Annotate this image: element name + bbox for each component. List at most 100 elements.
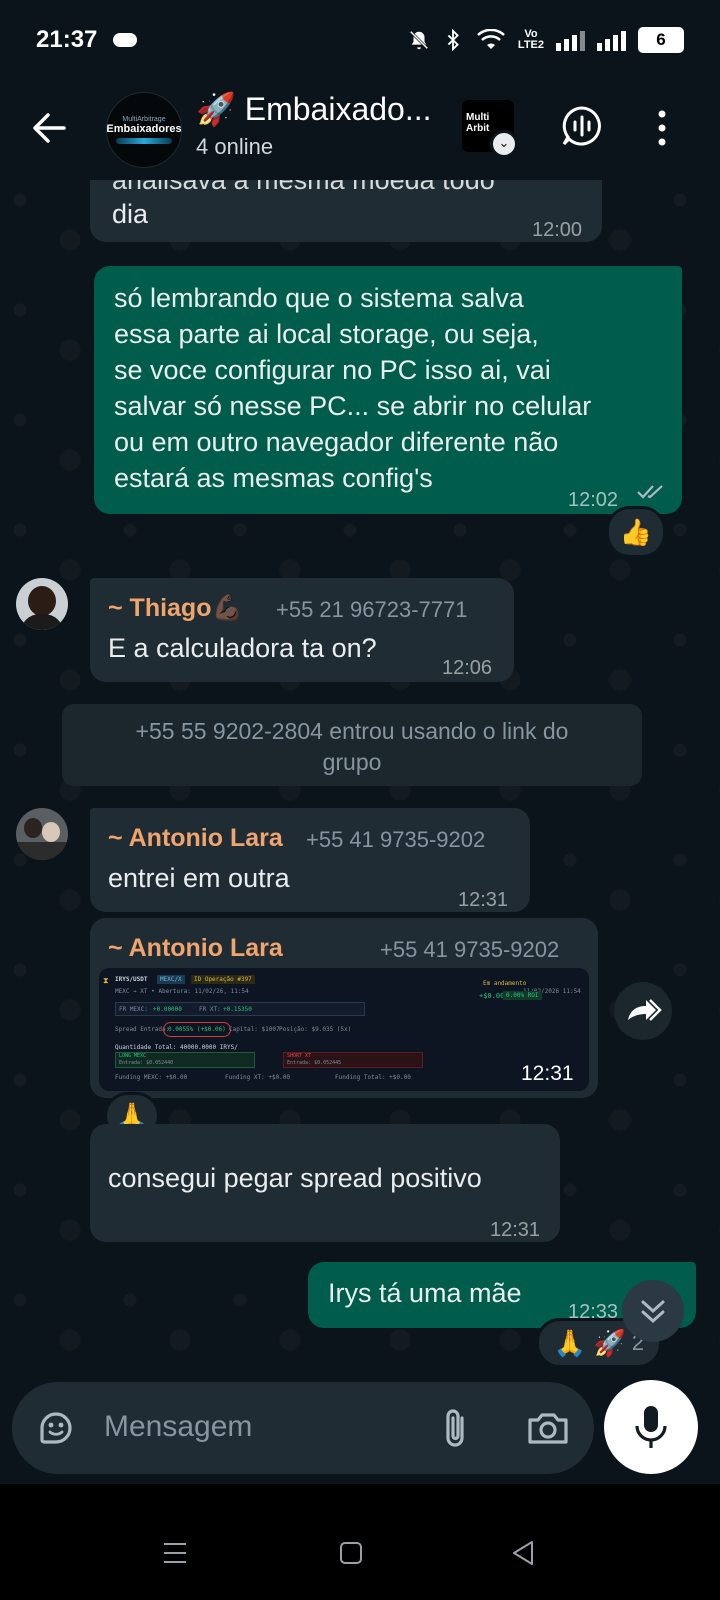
message-bubble-outgoing[interactable]: só lembrando que o sistema salva essa pa… (94, 266, 682, 514)
forward-icon (628, 999, 662, 1021)
image-fr-xt-label: FR XT: (199, 1006, 221, 1013)
logo-text-1: Multi (466, 112, 490, 123)
message-bubble-incoming[interactable]: ~ Antonio Lara +55 41 9735-9202 entrei e… (90, 808, 530, 912)
voice-chat-icon[interactable] (560, 104, 604, 148)
system-line-1: +55 55 9202-2804 entrou usando o link do (135, 718, 569, 744)
message-text: E a calculadora ta on? (108, 633, 377, 663)
signal-icon (556, 29, 585, 51)
reaction-badge[interactable]: 👍 (606, 506, 666, 558)
image-tag: MEXC/X (157, 975, 185, 984)
wifi-icon (477, 29, 505, 49)
camera-icon[interactable] (526, 1408, 570, 1448)
message-input[interactable]: Mensagem (104, 1410, 252, 1444)
group-title-block[interactable]: 🚀 Embaixado... 4 online (196, 90, 432, 160)
message-bubble-incoming[interactable]: consegui pegar spread positivo 12:31 (90, 1124, 560, 1242)
system-message: +55 55 9202-2804 entrou usando o link do… (62, 704, 642, 786)
volte-bottom: LTE2 (517, 39, 544, 51)
image-position: Posição: $9.035 (5x) (279, 1026, 352, 1033)
message-input-bar[interactable]: Mensagem (12, 1382, 594, 1474)
message-time: 12:06 (442, 657, 493, 679)
avatar-small-text: MultiArbitrage (122, 116, 166, 123)
back-nav-icon[interactable] (508, 1538, 538, 1568)
image-fr-mexc-label: FR MEXC: (119, 1006, 148, 1013)
scroll-down-button[interactable] (622, 1280, 684, 1342)
cloud-icon (113, 33, 138, 47)
message-line: só lembrando que o sistema salva (114, 283, 524, 313)
sender-phone: +55 41 9735-9202 (380, 937, 560, 962)
avatar-text: Embaixadores (106, 123, 182, 135)
group-title: 🚀 Embaixado... (196, 91, 432, 127)
system-navigation-bar (0, 1484, 720, 1600)
bluetooth-icon (447, 29, 459, 51)
mic-button[interactable] (604, 1380, 698, 1474)
image-operation: ID Operação #397 (191, 975, 255, 984)
avatar-wave (116, 138, 172, 144)
sender-name[interactable]: ~ Antonio Lara (108, 930, 283, 966)
image-spread: 0.0055% (+$0.06) (163, 1022, 231, 1037)
image-time: 12:31 (521, 1062, 574, 1085)
message-bubble-incoming[interactable]: ~ Thiago💪🏿 +55 21 96723-7771 E a calcula… (90, 578, 514, 682)
image-fr-mexc: +0.00000 (153, 1006, 182, 1013)
image-pnl-badge: 0.00% ROI (503, 991, 542, 1000)
home-icon[interactable] (336, 1538, 366, 1568)
image-long-label: LONG MEXC (119, 1053, 147, 1059)
image-long-entry: Entrada: $0.052440 (119, 1060, 174, 1066)
image-exchanges: MEXC → XT • Abertura: 11/02/26, 11:54 (115, 988, 249, 995)
message-line: salvar só nesse PC... se abrir no celula… (114, 391, 592, 421)
image-short-label: SHORT XT (287, 1053, 312, 1059)
image-pair: IRYS/USDT (115, 976, 148, 983)
image-funding-mexc: Funding MEXC: +$0.00 (115, 1074, 188, 1081)
message-time: 12:02 (568, 489, 619, 511)
message-line: ou em outro navegador diferente não (114, 427, 559, 457)
message-time: 12:00 (532, 219, 583, 241)
image-fr-xt: +0.15350 (223, 1006, 252, 1013)
forward-button[interactable] (614, 982, 672, 1040)
system-line-2: grupo (322, 749, 382, 775)
group-online-count: 4 online (196, 134, 274, 159)
image-capital: Capital: $1007 (229, 1026, 280, 1033)
battery-icon: 6 (638, 27, 684, 53)
message-text: entrei em outra (108, 863, 290, 893)
image-short-entry: Entrada: $0.052445 (287, 1060, 342, 1066)
message-line: se voce configurar no PC isso ai, vai (114, 355, 551, 385)
recent-apps-icon[interactable] (160, 1538, 190, 1568)
sender-name[interactable]: ~ Thiago💪🏿 (108, 590, 243, 626)
reaction-emoji: 👍 (619, 516, 653, 547)
avatar-thiago[interactable] (16, 578, 68, 630)
bell-muted-icon (409, 30, 429, 50)
sender-phone: +55 41 9735-9202 (306, 827, 486, 852)
chat-header: MultiArbitrage Embaixadores 🚀 Embaixado.… (0, 80, 720, 180)
sender-phone: +55 21 96723-7771 (276, 597, 468, 622)
status-bar: 21:37 Vo LTE2 6 (0, 0, 720, 80)
double-chevron-down-icon (641, 1300, 665, 1324)
message-text: consegui pegar spread positivo (108, 1163, 482, 1193)
message-time: 12:31 (490, 1219, 541, 1241)
sender-name[interactable]: ~ Antonio Lara (108, 820, 283, 856)
signal-icon-2 (597, 29, 626, 51)
more-options-icon[interactable] (650, 106, 674, 150)
sticker-icon[interactable] (36, 1408, 76, 1448)
message-line: estará as mesmas config's (114, 463, 433, 493)
image-quantity: Quantidade Total: 40000.0000 IRYS/ (115, 1044, 238, 1051)
mic-icon (635, 1406, 667, 1448)
message-line: essa parte ai local storage, ou seja, (114, 319, 539, 349)
trade-screenshot-image[interactable]: ⧗ IRYS/USDT MEXC/X ID Operação #397 MEXC… (99, 968, 589, 1091)
image-icon: ⧗ (103, 976, 109, 985)
image-spread-label: Spread Entrada: (115, 1026, 170, 1033)
volte-indicator: Vo LTE2 (518, 29, 544, 51)
message-text: Irys tá uma mãe (328, 1278, 522, 1308)
image-funding-total: Funding Total: +$0.00 (335, 1074, 411, 1081)
double-check-icon (637, 485, 663, 499)
message-time: 12:31 (458, 889, 509, 911)
attach-icon[interactable] (440, 1406, 470, 1450)
back-arrow-icon[interactable] (28, 108, 68, 148)
group-avatar[interactable]: MultiArbitrage Embaixadores (106, 92, 182, 168)
message-text: dia (112, 199, 149, 229)
status-time: 21:37 (36, 26, 98, 53)
reaction-emojis: 🙏 🚀 (553, 1327, 626, 1358)
image-funding-xt: Funding XT: +$0.00 (225, 1074, 291, 1081)
image-status: Em andamento (483, 980, 527, 987)
chevron-down-icon[interactable]: ⌄ (490, 130, 518, 158)
image-pnl: +$0.00 (479, 992, 505, 1000)
avatar-antonio[interactable] (16, 808, 68, 860)
